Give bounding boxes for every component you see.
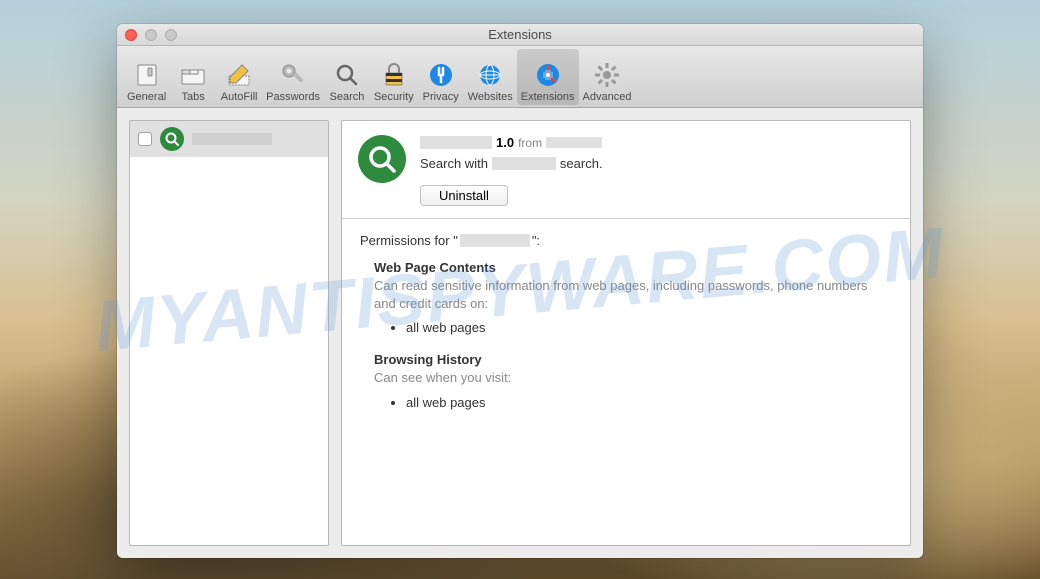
extension-list-item[interactable] (130, 121, 328, 157)
permission-list-item: all web pages (406, 394, 892, 411)
tab-privacy[interactable]: Privacy (418, 49, 464, 105)
extension-version: 1.0 (496, 135, 514, 150)
tab-websites[interactable]: Websites (464, 49, 517, 105)
general-icon (133, 61, 161, 89)
tab-advanced[interactable]: Advanced (579, 49, 636, 105)
content-area: 1.0 from Search with search. Uninstall P… (117, 108, 923, 558)
tab-label: General (127, 91, 166, 103)
permission-heading: Browsing History (374, 352, 892, 367)
extension-icon (160, 127, 184, 151)
tab-label: Extensions (521, 91, 575, 103)
preferences-window: Extensions General Tabs AutoFill (117, 24, 923, 558)
desc-prefix: Search with (420, 156, 488, 171)
permission-list: all web pages (406, 319, 892, 336)
desc-suffix: search. (560, 156, 603, 171)
minimize-button[interactable] (145, 29, 157, 41)
from-label: from (518, 136, 542, 150)
advanced-icon (593, 61, 621, 89)
permission-list: all web pages (406, 394, 892, 411)
traffic-lights (117, 29, 177, 41)
tab-extensions[interactable]: Extensions (517, 49, 579, 105)
permission-description: Can read sensitive information from web … (374, 277, 892, 313)
permissions-section: Permissions for " ": Web Page Contents C… (342, 219, 910, 441)
maximize-button[interactable] (165, 29, 177, 41)
permission-web-page-contents: Web Page Contents Can read sensitive inf… (374, 260, 892, 336)
perm-title-suffix: ": (532, 233, 540, 248)
security-icon (380, 61, 408, 89)
tab-general[interactable]: General (123, 49, 170, 105)
permission-list-item: all web pages (406, 319, 892, 336)
tab-label: Security (374, 91, 414, 103)
tab-security[interactable]: Security (370, 49, 418, 105)
extensions-sidebar (129, 120, 329, 546)
tab-search[interactable]: Search (324, 49, 370, 105)
publisher-redacted (546, 137, 602, 148)
extension-icon-large (358, 135, 406, 183)
tab-tabs[interactable]: Tabs (170, 49, 216, 105)
tab-passwords[interactable]: Passwords (262, 49, 324, 105)
extension-name-redacted (420, 136, 492, 149)
tab-label: Websites (468, 91, 513, 103)
tab-label: Tabs (182, 91, 205, 103)
perm-title-prefix: Permissions for " (360, 233, 458, 248)
uninstall-button[interactable]: Uninstall (420, 185, 508, 206)
tab-label: Passwords (266, 91, 320, 103)
privacy-icon (427, 61, 455, 89)
detail-header: 1.0 from Search with search. Uninstall (342, 121, 910, 219)
permission-heading: Web Page Contents (374, 260, 892, 275)
tabs-icon (179, 61, 207, 89)
search-icon (333, 61, 361, 89)
permissions-title: Permissions for " ": (360, 233, 892, 248)
tab-label: Advanced (583, 91, 632, 103)
perm-title-redacted (460, 234, 530, 247)
titlebar: Extensions (117, 24, 923, 46)
extensions-icon (534, 61, 562, 89)
extension-detail-panel: 1.0 from Search with search. Uninstall P… (341, 120, 911, 546)
window-title: Extensions (117, 27, 923, 42)
passwords-icon (279, 61, 307, 89)
extension-name-redacted (192, 133, 272, 145)
websites-icon (476, 61, 504, 89)
extension-enable-checkbox[interactable] (138, 132, 152, 146)
permission-description: Can see when you visit: (374, 369, 892, 387)
tab-label: AutoFill (221, 91, 258, 103)
tab-label: Privacy (423, 91, 459, 103)
close-button[interactable] (125, 29, 137, 41)
preferences-toolbar: General Tabs AutoFill Passwords (117, 46, 923, 108)
desc-mid-redacted (492, 157, 556, 170)
tab-autofill[interactable]: AutoFill (216, 49, 262, 105)
extension-title-line: 1.0 from (420, 135, 894, 150)
detail-info: 1.0 from Search with search. Uninstall (420, 135, 894, 206)
tab-label: Search (330, 91, 365, 103)
extension-description: Search with search. (420, 156, 894, 171)
autofill-icon (225, 61, 253, 89)
permission-browsing-history: Browsing History Can see when you visit:… (374, 352, 892, 410)
